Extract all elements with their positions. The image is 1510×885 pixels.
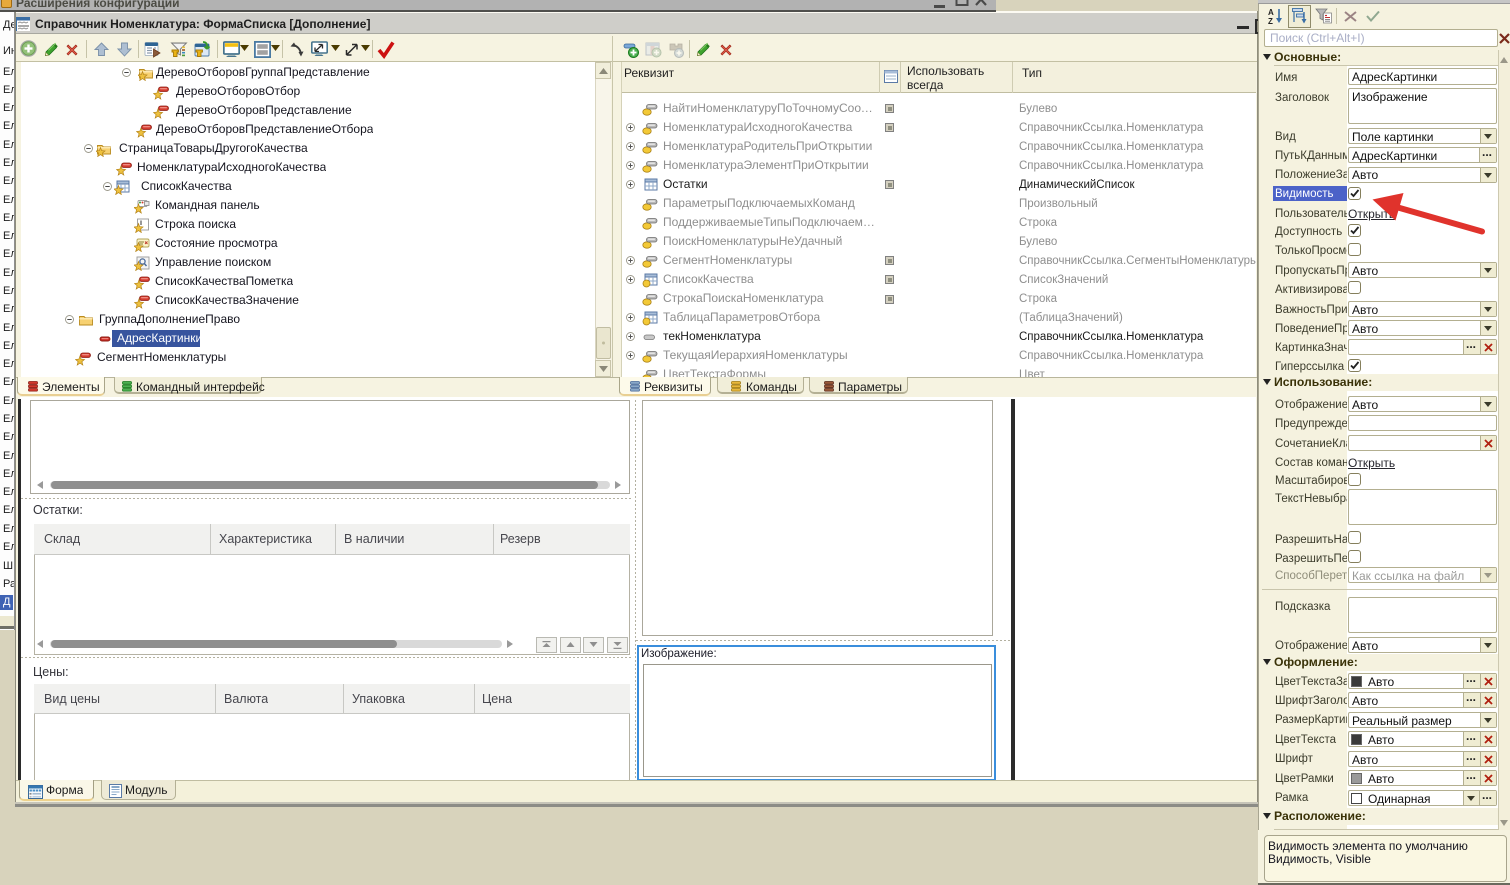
- svg-text:Z: Z: [1268, 17, 1273, 25]
- svg-text:A: A: [1268, 8, 1274, 17]
